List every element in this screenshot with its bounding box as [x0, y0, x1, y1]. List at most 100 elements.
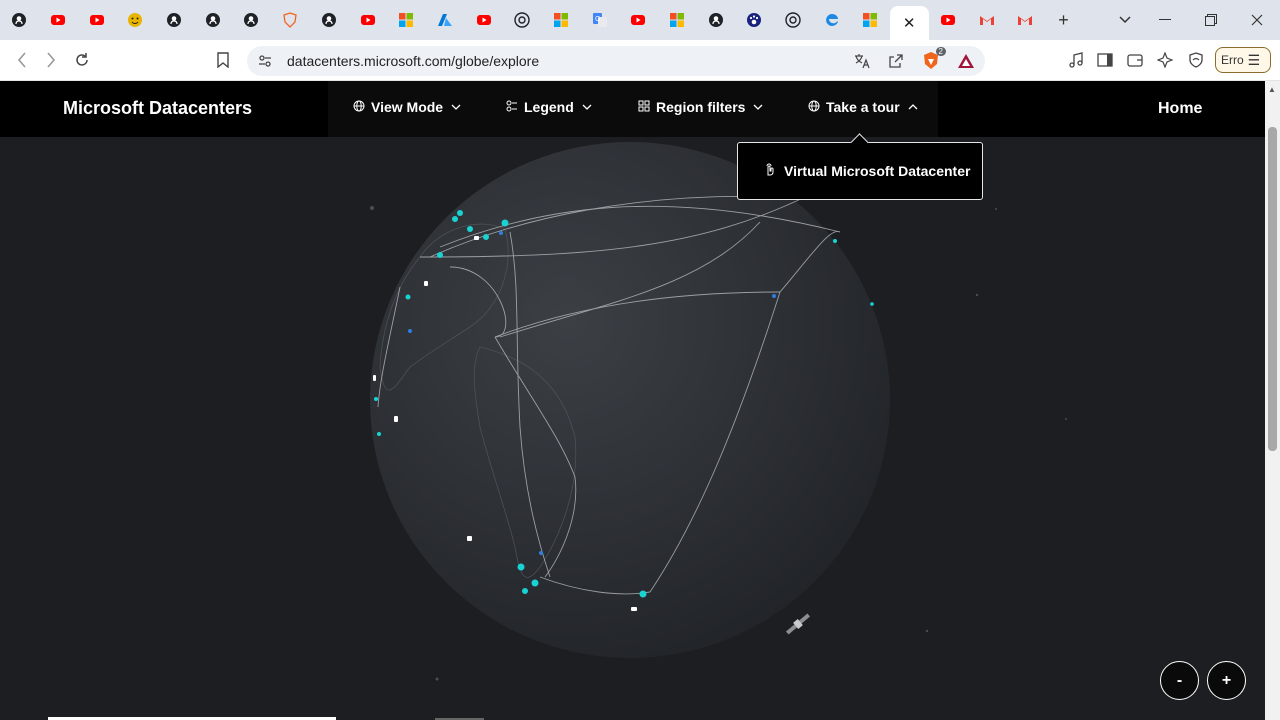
browser-tab[interactable] [851, 4, 890, 36]
datacenter-marker[interactable] [377, 432, 381, 436]
datacenter-marker[interactable] [870, 302, 874, 306]
browser-tab[interactable] [310, 4, 349, 36]
globe-visual[interactable] [0, 137, 1265, 720]
site-brand[interactable]: Microsoft Datacenters [63, 98, 252, 119]
minimize-window-button[interactable] [1142, 0, 1188, 40]
browser-tab[interactable]: ✕ [889, 6, 929, 40]
wallet-icon[interactable] [1122, 48, 1148, 72]
menu-take-a-tour[interactable]: Take a tour [808, 99, 918, 115]
browser-tab[interactable]: G [580, 4, 619, 36]
datacenter-marker[interactable] [531, 579, 539, 587]
leo-ai-icon[interactable] [1152, 48, 1178, 72]
browser-tab[interactable] [812, 4, 851, 36]
globe-icon [353, 100, 365, 115]
browser-tab[interactable] [426, 4, 465, 36]
zoom-out-button[interactable]: - [1160, 661, 1199, 700]
datacenter-marker[interactable] [483, 234, 489, 240]
browser-tab[interactable] [387, 4, 426, 36]
datacenter-marker[interactable] [405, 294, 411, 300]
brave-rewards-icon[interactable] [955, 50, 977, 72]
datacenter-marker[interactable] [639, 590, 647, 598]
close-window-button[interactable] [1234, 0, 1280, 40]
browser-tab[interactable] [929, 4, 968, 36]
reload-button[interactable] [69, 48, 95, 72]
youtube-icon [51, 15, 66, 25]
datacenter-marker[interactable] [452, 216, 458, 222]
profile-menu-button[interactable]: Erro ☰ [1215, 47, 1271, 73]
youtube-icon [631, 15, 646, 25]
microsoft-icon [863, 13, 878, 27]
scrollbar-thumb[interactable] [1268, 127, 1277, 451]
browser-tab[interactable] [542, 4, 581, 36]
browser-tab[interactable] [464, 4, 503, 36]
menu-region-filters[interactable]: Region filters [638, 99, 763, 115]
back-button[interactable] [9, 48, 35, 72]
translate-icon[interactable] [851, 50, 873, 72]
browser-tab[interactable] [0, 4, 39, 36]
browser-tab[interactable] [735, 4, 774, 36]
menu-take-a-tour-label: Take a tour [826, 99, 900, 115]
browser-tab[interactable] [155, 4, 194, 36]
restore-window-button[interactable] [1188, 0, 1234, 40]
browser-tab[interactable] [39, 4, 78, 36]
share-icon[interactable] [885, 50, 907, 72]
microsoft-icon [553, 13, 568, 27]
svg-text:G: G [595, 16, 600, 23]
virtual-datacenter-link[interactable]: Virtual Microsoft Datacenter [784, 163, 970, 179]
github-icon [244, 13, 259, 27]
browser-tab[interactable] [232, 4, 271, 36]
forward-button[interactable] [38, 48, 64, 72]
browser-tab[interactable] [116, 4, 155, 36]
home-link[interactable]: Home [1158, 100, 1202, 118]
emoji-icon [128, 13, 143, 27]
datacenter-marker[interactable] [467, 226, 473, 232]
datacenter-marker[interactable] [833, 239, 837, 243]
close-icon[interactable]: ✕ [903, 14, 916, 32]
url-text[interactable]: datacenters.microsoft.com/globe/explore [287, 53, 539, 69]
address-bar[interactable]: datacenters.microsoft.com/globe/explore … [247, 46, 985, 76]
youtube-icon [940, 15, 955, 25]
browser-tab[interactable] [619, 4, 658, 36]
vpn-shield-icon[interactable] [1183, 48, 1209, 72]
browser-tab[interactable] [658, 4, 697, 36]
browser-toolbar: datacenters.microsoft.com/globe/explore … [0, 40, 1280, 81]
browser-tab[interactable] [696, 4, 735, 36]
globe-sphere[interactable] [370, 142, 890, 658]
menu-view-mode[interactable]: View Mode [353, 99, 461, 115]
datacenter-marker[interactable] [517, 563, 525, 571]
youtube-icon [89, 15, 104, 25]
browser-tab[interactable] [1006, 4, 1045, 36]
browser-tab[interactable] [774, 4, 813, 36]
menu-region-filters-label: Region filters [656, 99, 746, 115]
sidebar-toggle-icon[interactable] [1092, 48, 1118, 72]
gmail-icon [1018, 16, 1033, 25]
tour-dropdown: Virtual Microsoft Datacenter [737, 142, 983, 200]
new-tab-button[interactable]: + [1045, 10, 1083, 31]
datacenter-marker[interactable] [374, 397, 378, 401]
datacenter-marker[interactable] [457, 210, 463, 216]
legend-icon [506, 100, 518, 115]
bookmark-icon[interactable] [210, 48, 236, 72]
browser-tab[interactable] [503, 4, 542, 36]
media-music-icon[interactable] [1063, 48, 1089, 72]
globe-canvas[interactable] [0, 137, 1265, 720]
github-icon [167, 13, 182, 27]
menu-legend-label: Legend [524, 99, 574, 115]
datacenter-marker[interactable] [522, 588, 528, 594]
brave-shields-icon[interactable]: 2 [920, 47, 946, 72]
menu-legend[interactable]: Legend [506, 99, 592, 115]
browser-tab[interactable] [348, 4, 387, 36]
scroll-up-arrow-icon[interactable]: ▲ [1268, 85, 1276, 94]
translate-icon: G [592, 13, 607, 27]
gmail-icon [979, 16, 994, 25]
browser-tab[interactable] [967, 4, 1006, 36]
openai-icon [785, 12, 801, 28]
browser-tab[interactable] [193, 4, 232, 36]
datacenter-marker[interactable] [437, 252, 443, 258]
browser-tab[interactable] [77, 4, 116, 36]
page-scrollbar[interactable]: ▲ [1265, 81, 1280, 720]
zoom-in-button[interactable]: + [1207, 661, 1246, 700]
datacenter-marker[interactable] [501, 219, 509, 227]
site-settings-icon[interactable] [257, 53, 273, 69]
browser-tab[interactable] [271, 4, 310, 36]
